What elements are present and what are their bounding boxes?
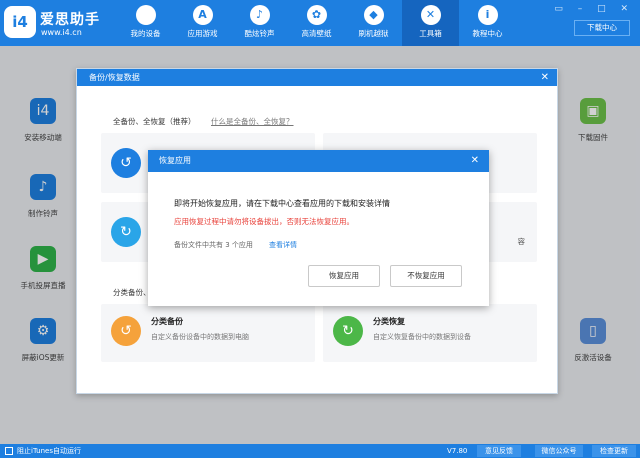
- close-icon[interactable]: ✕: [541, 69, 549, 86]
- nav-tutorials[interactable]: i 教程中心: [459, 0, 516, 46]
- card-partial-text: 容: [517, 237, 526, 246]
- restore-apps-button[interactable]: 恢复应用: [308, 265, 380, 287]
- app-header: i4 爱思助手 www.i4.cn 我的设备 A 应用游戏 ♪ 酷炫铃声 ✿ 高…: [0, 0, 640, 46]
- nav-wallpapers[interactable]: ✿ 高清壁纸: [288, 0, 345, 46]
- nav-label: 我的设备: [130, 29, 161, 38]
- backup-clock-icon: ↺: [111, 148, 141, 178]
- category-backup-card[interactable]: ↺ 分类备份 自定义备份设备中的数据到电脑: [101, 304, 315, 362]
- info-icon: i: [477, 5, 498, 25]
- nav-ringtones[interactable]: ♪ 酷炫铃声: [231, 0, 288, 46]
- restore-clock-icon: ↻: [111, 217, 141, 247]
- wechat-button[interactable]: 微信公众号: [535, 445, 583, 457]
- nav-label: 酷炫铃声: [244, 29, 275, 38]
- block-itunes-checkbox[interactable]: [5, 447, 13, 455]
- nav-flash-jailbreak[interactable]: ◆ 刷机越狱: [345, 0, 402, 46]
- category-restore-icon: ↻: [333, 316, 363, 346]
- brand-name: 爱思助手: [40, 12, 100, 28]
- i4-logo-icon: i4: [4, 6, 36, 38]
- version-label: V7.80: [447, 447, 468, 455]
- card-description: 自定义恢复备份中的数据到设备: [373, 333, 471, 341]
- restore-message: 即将开始恢复应用，请在下载中心查看应用的下载和安装详情: [174, 199, 390, 208]
- backup-dialog-titlebar: 备份/恢复数据 ✕: [77, 69, 557, 86]
- nav-apps-games[interactable]: A 应用游戏: [174, 0, 231, 46]
- restore-modal-titlebar: 恢复应用 ✕: [148, 150, 489, 172]
- nav-label: 刷机越狱: [358, 29, 389, 38]
- skip-restore-button[interactable]: 不恢复应用: [390, 265, 462, 287]
- tools-icon: ✕: [420, 5, 441, 25]
- restore-app-count: 备份文件中共有 3 个应用: [174, 241, 253, 249]
- main-nav: 我的设备 A 应用游戏 ♪ 酷炫铃声 ✿ 高清壁纸 ◆ 刷机越狱 ✕ 工具箱 i…: [117, 0, 516, 46]
- nav-my-device[interactable]: 我的设备: [117, 0, 174, 46]
- full-backup-help-link[interactable]: 什么是全备份、全恢复？: [211, 116, 294, 127]
- apple-icon: [135, 5, 156, 25]
- category-backup-heading: 分类备份、: [113, 288, 151, 297]
- nav-label: 工具箱: [419, 29, 442, 38]
- restore-warning: 应用恢复过程中请勿将设备拔出，否则无法恢复应用。: [174, 217, 354, 226]
- card-description: 自定义备份设备中的数据到电脑: [151, 333, 249, 341]
- card-title: 分类备份: [151, 317, 183, 326]
- appstore-icon: A: [192, 5, 213, 25]
- brand-url: www.i4.cn: [41, 28, 82, 37]
- full-backup-heading: 全备份、全恢复（推荐）: [113, 117, 196, 126]
- flower-icon: ✿: [306, 5, 327, 25]
- nav-label: 教程中心: [472, 29, 503, 38]
- dropbox-icon: ◆: [363, 5, 384, 25]
- block-itunes-label[interactable]: 阻止iTunes自动运行: [17, 444, 81, 458]
- view-details-link[interactable]: 查看详情: [269, 240, 297, 250]
- nav-toolbox[interactable]: ✕ 工具箱: [402, 0, 459, 46]
- close-icon[interactable]: ✕: [471, 150, 479, 172]
- check-update-button[interactable]: 检查更新: [592, 445, 636, 457]
- restore-modal-title: 恢复应用: [159, 156, 191, 165]
- download-center-button[interactable]: 下载中心: [574, 20, 630, 36]
- bell-icon: ♪: [249, 5, 270, 25]
- nav-label: 高清壁纸: [301, 29, 332, 38]
- category-backup-icon: ↺: [111, 316, 141, 346]
- backup-dialog-title: 备份/恢复数据: [89, 73, 140, 82]
- feedback-button[interactable]: 意见反馈: [477, 445, 521, 457]
- status-bar: 阻止iTunes自动运行 V7.80 意见反馈 微信公众号 检查更新: [0, 444, 640, 458]
- restore-apps-modal: 恢复应用 ✕ 即将开始恢复应用，请在下载中心查看应用的下载和安装详情 应用恢复过…: [148, 150, 489, 306]
- nav-label: 应用游戏: [187, 29, 218, 38]
- card-title: 分类恢复: [373, 317, 405, 326]
- window-controls[interactable]: ▭ – □ ✕: [554, 4, 634, 14]
- category-restore-card[interactable]: ↻ 分类恢复 自定义恢复备份中的数据到设备: [323, 304, 537, 362]
